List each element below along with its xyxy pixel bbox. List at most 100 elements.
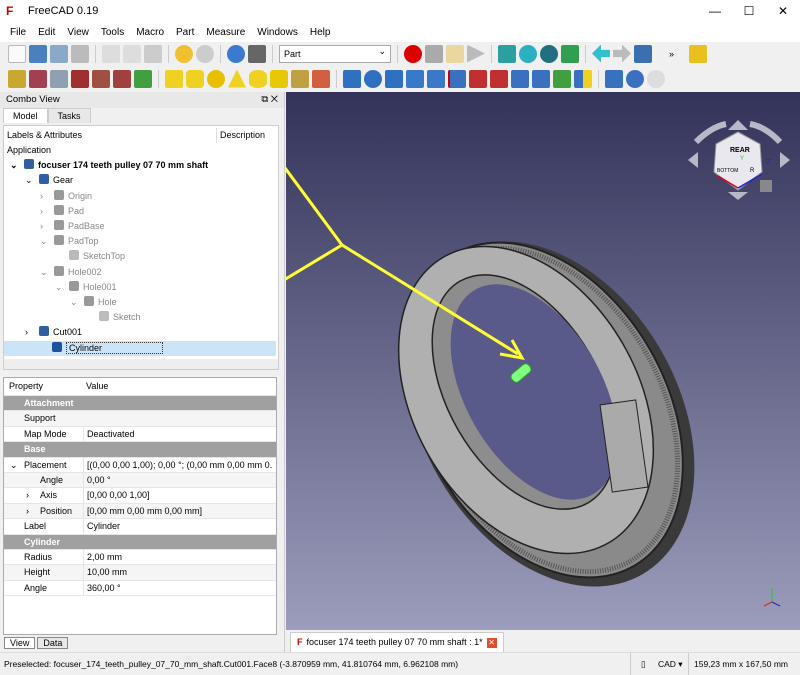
mirror-icon[interactable] — [385, 69, 403, 88]
tree-item[interactable]: › Pad — [40, 204, 84, 219]
expander-icon[interactable]: › — [40, 189, 54, 204]
std-views-icon[interactable] — [634, 44, 652, 63]
expander-icon[interactable]: ⌄ — [40, 265, 54, 280]
expander-icon[interactable]: › — [26, 488, 29, 503]
copy-icon[interactable] — [123, 44, 141, 63]
tree-item[interactable]: ⌄ Hole002 — [40, 265, 102, 280]
tree-item[interactable]: ⌄ Hole — [70, 295, 117, 310]
tree-header-description[interactable]: Description — [216, 128, 265, 143]
torus-icon[interactable] — [249, 69, 267, 88]
macro-stop-icon[interactable] — [425, 44, 443, 63]
cut-boolean-icon[interactable] — [647, 69, 665, 88]
property-row[interactable]: Label Cylinder — [4, 519, 276, 535]
tree-item[interactable]: ⌄ focuser 174 teeth pulley 07 70 mm shaft — [10, 158, 208, 173]
boolean-icon[interactable] — [626, 69, 644, 88]
property-value[interactable]: Cylinder — [83, 519, 273, 535]
shape-from-mesh-icon[interactable] — [574, 69, 592, 88]
make-face-icon[interactable] — [448, 69, 466, 88]
macro-record-icon[interactable] — [404, 44, 422, 63]
close-button[interactable]: ✕ — [766, 0, 800, 22]
revolve-icon[interactable] — [364, 69, 382, 88]
new-file-icon[interactable] — [8, 44, 26, 63]
primitives-icon[interactable] — [291, 69, 309, 88]
loft-icon[interactable] — [469, 69, 487, 88]
tab-model[interactable]: Model — [3, 108, 48, 123]
whats-this-icon[interactable] — [248, 44, 266, 63]
minimize-button[interactable]: — — [698, 0, 732, 22]
shape-builder-icon[interactable] — [312, 69, 330, 88]
save-as-icon[interactable] — [71, 44, 89, 63]
chamfer-icon[interactable] — [427, 69, 445, 88]
cone-icon[interactable] — [228, 69, 246, 88]
sweep-icon[interactable] — [490, 69, 508, 88]
measure-clear-icon[interactable] — [71, 69, 89, 88]
navcube-face-top[interactable]: REAR — [730, 147, 750, 154]
property-row[interactable]: › Axis [0,00 0,00 1,00] — [4, 488, 276, 504]
fit-all-icon[interactable] — [498, 44, 516, 63]
menu-macro[interactable]: Macro — [130, 27, 170, 38]
3d-viewport[interactable]: REAR BOTTOM R Z Y — [168, 82, 800, 630]
property-row[interactable]: Radius 2,00 mm — [4, 550, 276, 566]
property-row[interactable]: › Position [0,00 mm 0,00 mm 0,00 mm] — [4, 503, 276, 520]
measure-angular-icon[interactable] — [29, 69, 47, 88]
thickness-icon[interactable] — [532, 69, 550, 88]
tree-item[interactable]: Application — [7, 143, 51, 158]
navcube-face-left[interactable]: BOTTOM — [717, 168, 738, 174]
fit-selection-icon[interactable] — [519, 44, 537, 63]
draw-style-icon[interactable] — [540, 44, 558, 63]
measure-toggle-delta-icon[interactable] — [134, 69, 152, 88]
tree-item[interactable]: ⌄ Gear — [25, 173, 73, 188]
property-row[interactable]: Support — [4, 411, 276, 427]
menu-file[interactable]: File — [4, 27, 32, 38]
tree-item[interactable]: Cylinder — [4, 340, 276, 356]
cylinder-icon[interactable] — [186, 69, 204, 88]
menu-tools[interactable]: Tools — [95, 27, 130, 38]
back-icon[interactable] — [592, 44, 610, 63]
tree-item[interactable]: › Origin — [40, 189, 92, 204]
property-value[interactable]: 360,00 ° — [83, 580, 273, 596]
expander-icon[interactable]: ⌄ — [25, 173, 39, 188]
expander-icon[interactable]: ⌄ — [40, 234, 54, 249]
expander-icon[interactable]: ⌄ — [10, 458, 18, 473]
property-value[interactable]: 2,00 mm — [83, 550, 273, 565]
property-row[interactable]: Angle 0,00 ° — [4, 473, 276, 489]
menu-windows[interactable]: Windows — [251, 27, 304, 38]
menu-help[interactable]: Help — [304, 27, 337, 38]
maximize-button[interactable]: ☐ — [732, 0, 766, 22]
compound-icon[interactable] — [605, 69, 623, 88]
bounding-box-icon[interactable] — [561, 44, 579, 63]
workbench-selector[interactable]: Part — [279, 43, 391, 63]
paste-icon[interactable] — [144, 44, 162, 63]
tree-header-labels[interactable]: Labels & Attributes — [7, 128, 82, 143]
property-value[interactable]: Deactivated — [83, 426, 273, 442]
box-icon[interactable] — [165, 69, 183, 88]
expander-icon[interactable]: ⌄ — [10, 158, 24, 173]
refresh-icon[interactable] — [227, 44, 245, 63]
tree-item[interactable]: Sketch — [85, 310, 141, 325]
menu-measure[interactable]: Measure — [200, 27, 251, 38]
measure-refresh-icon[interactable] — [50, 69, 68, 88]
redo-icon[interactable] — [196, 44, 214, 63]
menu-edit[interactable]: Edit — [32, 27, 61, 38]
tree-item[interactable]: SketchTop — [55, 249, 125, 264]
expander-icon[interactable]: ⌄ — [55, 280, 69, 295]
measure-toggle-icon[interactable] — [92, 69, 110, 88]
fillet-icon[interactable] — [406, 69, 424, 88]
offset-icon[interactable] — [553, 69, 571, 88]
tree-item[interactable]: › PadBase — [40, 219, 105, 234]
section-icon[interactable] — [511, 69, 529, 88]
navigation-cube[interactable]: REAR BOTTOM R Z Y — [688, 120, 790, 200]
open-file-icon[interactable] — [29, 44, 47, 63]
menu-part[interactable]: Part — [170, 27, 200, 38]
property-row[interactable]: Angle 360,00 ° — [4, 580, 276, 597]
expander-icon[interactable]: ⌄ — [70, 295, 84, 310]
expander-icon[interactable]: › — [25, 325, 39, 340]
part-workbench-icon[interactable] — [689, 44, 708, 63]
menu-view[interactable]: View — [61, 27, 95, 38]
tab-tasks[interactable]: Tasks — [47, 108, 91, 123]
tree-item[interactable]: ⌄ Hole001 — [55, 280, 117, 295]
measure-toggle-3d-icon[interactable] — [113, 69, 131, 88]
forward-icon[interactable] — [613, 44, 631, 63]
expander-icon[interactable]: › — [40, 219, 54, 234]
property-value[interactable]: [0,00 mm 0,00 mm 0,00 mm] — [83, 503, 273, 519]
